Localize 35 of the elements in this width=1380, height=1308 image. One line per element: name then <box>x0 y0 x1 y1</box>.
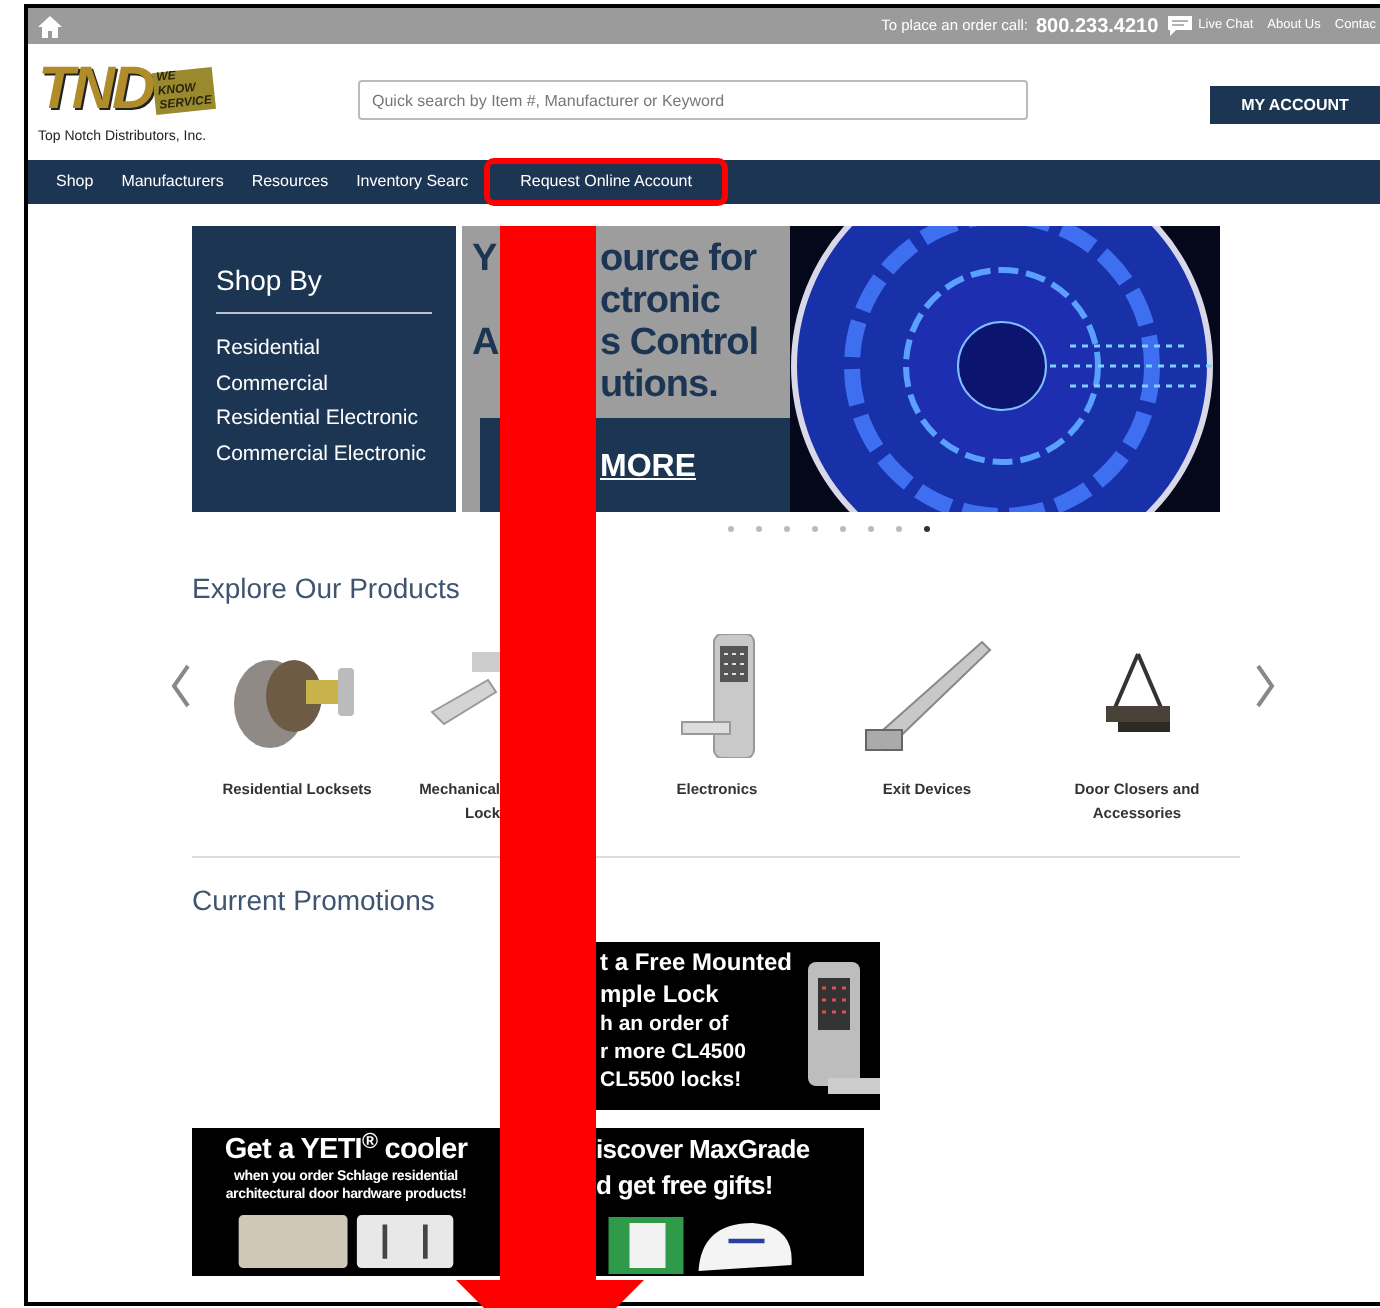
my-account-button[interactable]: MY ACCOUNT <box>1210 86 1380 124</box>
promo-text: h an order of <box>600 1010 731 1038</box>
promo-text: mple Lock <box>600 978 721 1010</box>
section-heading: Current Promotions <box>192 882 437 920</box>
nav-link[interactable]: Shop <box>44 160 106 204</box>
search-field[interactable]: Quick search by Item #, Manufacturer or Keyword <box>358 80 1028 120</box>
promo-text: Get a YETI$^{®}$ cooler <box>224 1132 468 1168</box>
shop-by-link[interactable]: Commercial Electronic <box>216 437 432 472</box>
shop-by-link[interactable]: Commercial <box>216 367 432 402</box>
shop-by-link[interactable]: Residential Electronic <box>216 402 432 437</box>
promo-text: iscover MaxGrade <box>596 1132 812 1168</box>
hero-headline-fragment: ource for <box>600 238 759 280</box>
nav-link[interactable]: Inventory Searc <box>344 160 481 204</box>
section-heading: Explore Our Products <box>192 570 462 608</box>
nav-link[interactable]: Manufacturers <box>109 160 236 204</box>
hero-headline-fragment: s Control <box>600 322 759 364</box>
shop-by-link[interactable]: Residential <box>216 332 432 367</box>
hero-headline-fragment: Y <box>472 238 499 280</box>
hero-headline-fragment: ctronic <box>600 280 723 322</box>
promo-text: d get free gifts! <box>596 1168 775 1204</box>
nav-link[interactable]: Request Online Account <box>484 158 728 206</box>
home-icon[interactable] <box>38 15 62 37</box>
chat-bubble-icon <box>1168 16 1193 36</box>
promo-text: CL5500 locks! <box>600 1066 744 1094</box>
promo-text: t a Free Mounted <box>600 946 793 978</box>
shop-by-title: Shop By <box>216 260 432 314</box>
promo-banner[interactable]: iscover MaxGrade d get free gifts! <box>596 1128 864 1276</box>
hero-headline-fragment: utions. <box>600 364 720 406</box>
phone-number: 800.233.4210 <box>1036 13 1159 41</box>
keypad-lock-drawing <box>677 634 757 758</box>
promo-text: r more CL4500 <box>600 1038 748 1066</box>
promo-banner[interactable]: t a Free Mounted mple Lock h an order of r more CL4500 CL5500 locks! <box>596 942 880 1110</box>
learn-more-link[interactable]: MORE <box>600 450 696 484</box>
hero-headline-fragment: A <box>472 322 501 364</box>
nav-link[interactable]: Resources <box>239 160 341 204</box>
